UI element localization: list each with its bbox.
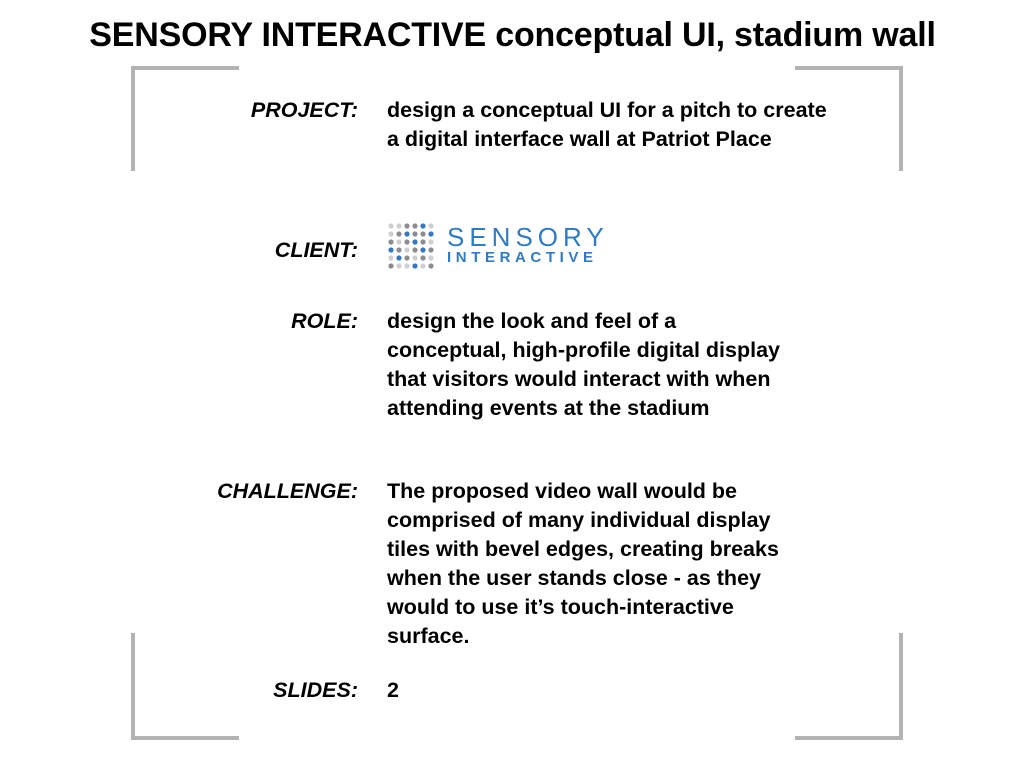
logo-dot [404,239,410,245]
dot-grid-logo-icon [388,223,434,269]
logo-dot [420,247,426,253]
logo-dot [388,247,394,253]
logo-dot [428,239,434,245]
logo-dot [388,223,394,229]
slides-value: 2 [387,678,399,702]
challenge-label: CHALLENGE: [217,479,358,503]
logo-dot [412,239,418,245]
slides-label: SLIDES: [273,678,358,702]
logo-dot [428,223,434,229]
challenge-value: The proposed video wall would be compris… [387,479,779,648]
logo-wordmark-interactive: INTERACTIVE [447,249,598,266]
client-logo: SENSORY INTERACTIVE [387,222,627,272]
logo-dot [428,263,434,269]
role-value: design the look and feel of a conceptual… [387,309,781,420]
logo-dot [428,231,434,237]
logo-dot [404,255,410,261]
logo-dot [420,239,426,245]
logo-dot [412,223,418,229]
logo-dot [412,263,418,269]
logo-dot [396,223,402,229]
logo-dot [404,247,410,253]
logo-dot [388,255,394,261]
logo-dot [396,255,402,261]
logo-wordmark-sensory: SENSORY [447,222,609,252]
logo-dot [388,239,394,245]
logo-dot [428,247,434,253]
logo-dot [420,223,426,229]
project-value: design a conceptual UI for a pitch to cr… [387,98,827,151]
role-label: ROLE: [291,309,358,333]
logo-dot [428,255,434,261]
logo-dot [404,223,410,229]
client-label: CLIENT: [274,238,358,262]
logo-dot [412,231,418,237]
logo-dot [396,263,402,269]
project-label: PROJECT: [250,98,358,122]
logo-dot [396,239,402,245]
logo-dot [396,231,402,237]
logo-dot [412,255,418,261]
logo-dot [388,263,394,269]
logo-dot [412,247,418,253]
logo-dot [420,231,426,237]
logo-dot [420,263,426,269]
logo-dot [388,231,394,237]
logo-dot [404,231,410,237]
logo-dot [420,255,426,261]
logo-dot [396,247,402,253]
logo-dot [404,263,410,269]
page-title: SENSORY INTERACTIVE conceptual UI, stadi… [89,16,936,54]
